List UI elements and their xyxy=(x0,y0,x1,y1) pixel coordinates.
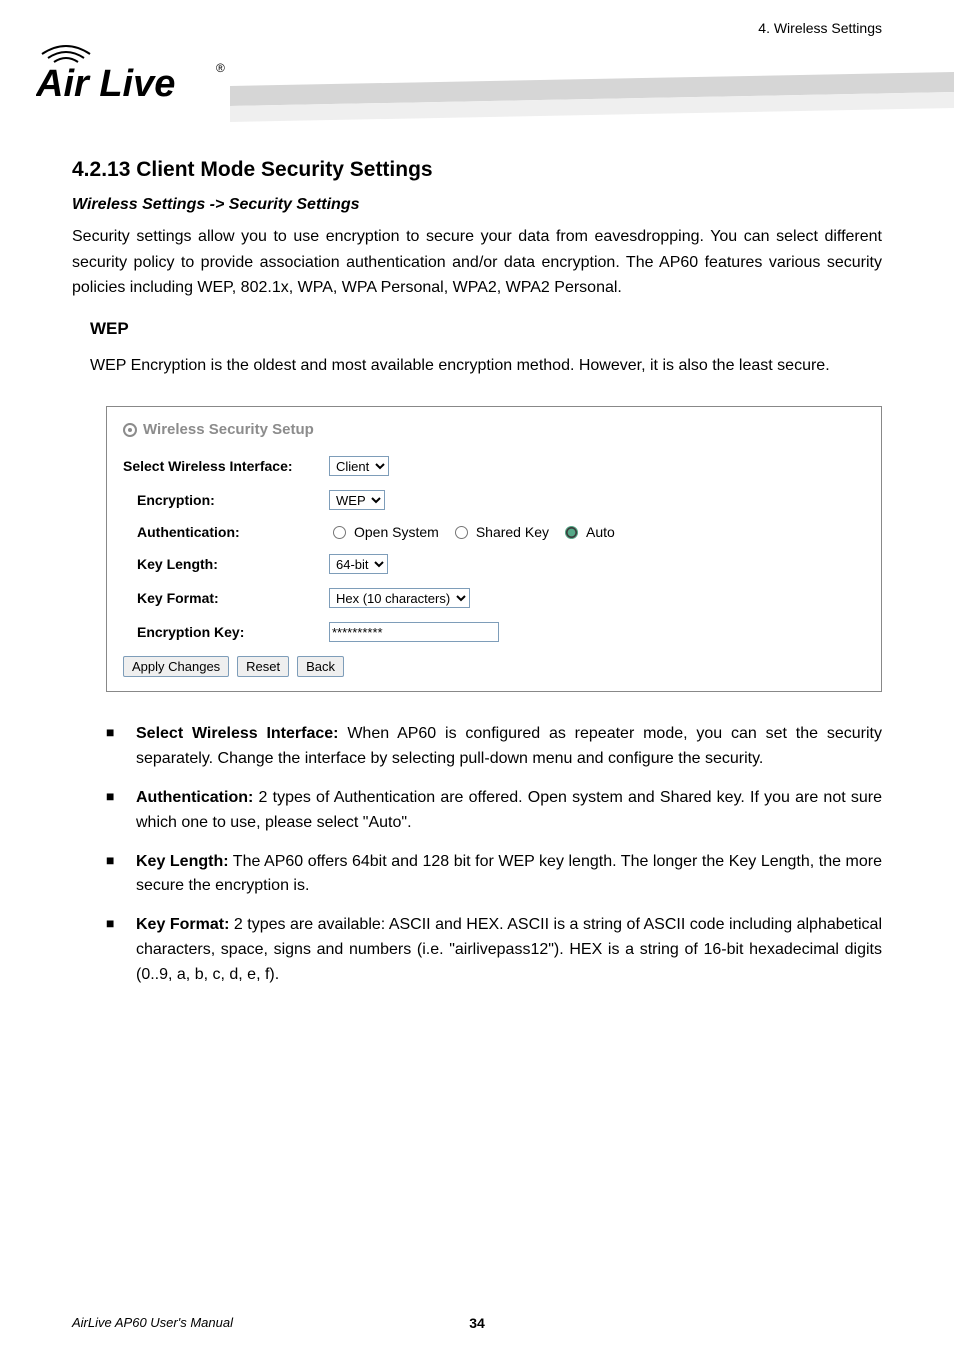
reset-button[interactable]: Reset xyxy=(237,656,289,677)
select-interface-dropdown[interactable]: Client xyxy=(329,456,389,476)
auth-auto-label: Auto xyxy=(586,524,615,540)
encryptionkey-label: Encryption Key: xyxy=(137,624,329,640)
list-item: Authentication: 2 types of Authenticatio… xyxy=(106,786,882,836)
footer-title: AirLive AP60 User's Manual xyxy=(72,1315,233,1330)
svg-text:Air Live: Air Live xyxy=(36,63,175,105)
panel-title-text: Wireless Security Setup xyxy=(143,421,314,438)
select-interface-label: Select Wireless Interface: xyxy=(123,458,329,474)
auth-auto-radio[interactable] xyxy=(565,526,578,539)
keyformat-label: Key Format: xyxy=(137,590,329,606)
authentication-label: Authentication: xyxy=(137,524,329,540)
wep-heading: WEP xyxy=(90,319,882,339)
page-number: 34 xyxy=(469,1315,485,1331)
auth-shared-radio[interactable] xyxy=(455,526,468,539)
wep-description: WEP Encryption is the oldest and most av… xyxy=(90,353,882,379)
auth-open-label: Open System xyxy=(354,524,439,540)
apply-changes-button[interactable]: Apply Changes xyxy=(123,656,229,677)
list-item: Select Wireless Interface: When AP60 is … xyxy=(106,722,882,772)
bullet-icon xyxy=(123,423,137,437)
brand-logo: Air Live ® xyxy=(36,32,236,108)
svg-text:®: ® xyxy=(216,61,225,75)
panel-title: Wireless Security Setup xyxy=(123,421,865,438)
section-title: 4.2.13 Client Mode Security Settings xyxy=(72,158,882,182)
page-context: 4. Wireless Settings xyxy=(758,20,882,36)
intro-paragraph: Security settings allow you to use encry… xyxy=(72,224,882,301)
auth-shared-label: Shared Key xyxy=(476,524,549,540)
keylength-dropdown[interactable]: 64-bit xyxy=(329,554,388,574)
encryption-label: Encryption: xyxy=(137,492,329,508)
back-button[interactable]: Back xyxy=(297,656,344,677)
keylength-label: Key Length: xyxy=(137,556,329,572)
breadcrumb: Wireless Settings -> Security Settings xyxy=(72,196,882,214)
auth-open-radio[interactable] xyxy=(333,526,346,539)
keyformat-dropdown[interactable]: Hex (10 characters) xyxy=(329,588,470,608)
header-ribbon xyxy=(230,72,954,124)
list-item: Key Length: The AP60 offers 64bit and 12… xyxy=(106,850,882,900)
encryptionkey-input[interactable] xyxy=(329,622,499,642)
security-setup-panel: Wireless Security Setup Select Wireless … xyxy=(106,406,882,692)
list-item: Key Format: 2 types are available: ASCII… xyxy=(106,913,882,987)
encryption-dropdown[interactable]: WEP xyxy=(329,490,385,510)
